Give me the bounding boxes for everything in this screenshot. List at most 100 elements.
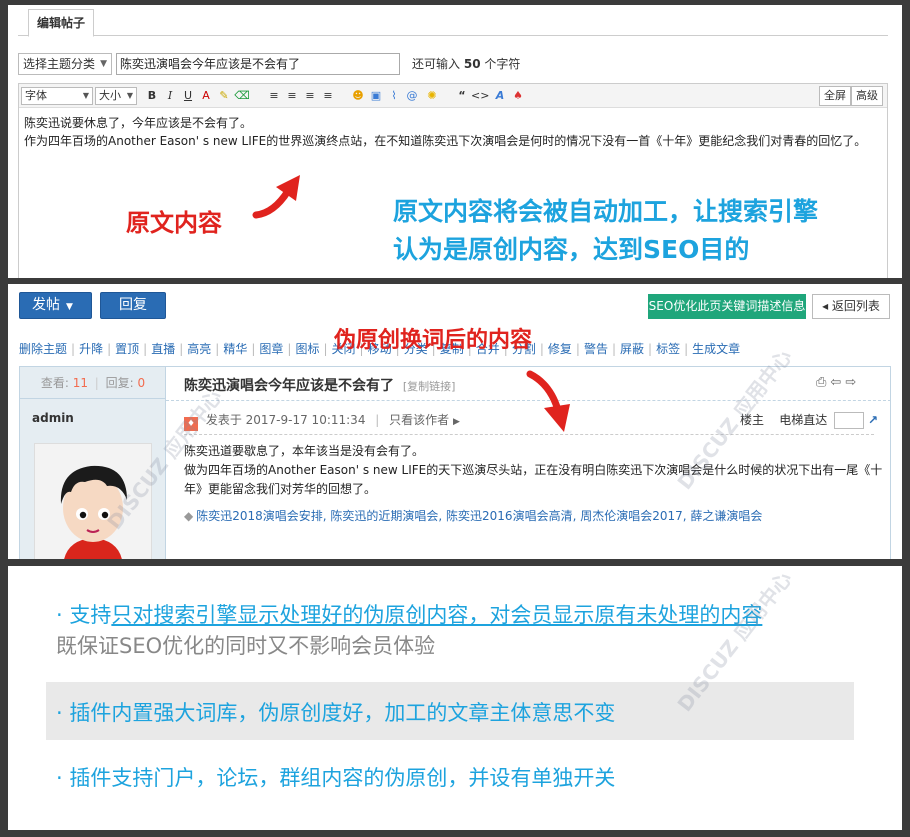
align-left-icon[interactable]: ≡ <box>265 87 283 105</box>
chevron-down-icon: ▼ <box>82 91 89 100</box>
action-divider: | <box>143 342 148 356</box>
back-button-label: 返回列表 <box>831 299 880 313</box>
feature-1-sub: 既保证SEO优化的同时又不影响会员体验 <box>56 634 436 658</box>
avatar[interactable] <box>34 443 152 559</box>
prev-thread-icon[interactable]: ⇦ <box>830 375 845 390</box>
action-divider: | <box>539 342 544 356</box>
tab-bar: 编辑帖子 <box>18 5 888 37</box>
post-time: 发表于 2017-9-17 10:11:34 <box>205 413 366 427</box>
italic-icon[interactable]: I <box>161 87 179 105</box>
red-arrow-icon <box>252 175 300 219</box>
floor-jump-input[interactable] <box>834 412 865 429</box>
copy-link[interactable]: [复制链接] <box>403 380 456 393</box>
back-to-list-button[interactable]: ◂ 返回列表 <box>812 294 890 319</box>
bold-icon[interactable]: B <box>143 87 161 105</box>
author-sidebar: 查看: 11 | 回复: 0 admin <box>20 367 166 559</box>
action-link[interactable]: 升降 <box>79 342 103 356</box>
topic-category-select[interactable]: 选择主题分类 ▼ <box>18 53 112 75</box>
title-row: 选择主题分类 ▼ 陈奕迅演唱会今年应该是不会有了 还可输入 50 个字符 <box>18 53 888 75</box>
feature-1: · 支持只对搜索引擎显示处理好的伪原创内容，对会员显示原有未处理的内容 既保证S… <box>56 600 762 662</box>
stats-divider: | <box>94 376 99 390</box>
avatar-image <box>35 444 151 559</box>
action-divider: | <box>107 342 112 356</box>
smiley-icon[interactable]: ☻ <box>349 87 367 105</box>
content-line-2: 作为四年百场的Another Eason' s new LIFE的世界巡演终点站… <box>24 134 867 148</box>
action-link[interactable]: 警告 <box>584 342 608 356</box>
align-center-icon[interactable]: ≡ <box>283 87 301 105</box>
post-body: 陈奕迅道要歇息了，本年该当是没有会有了。 做为四年百场的Another Easo… <box>184 442 884 499</box>
feature-1-highlight: 只对搜索引擎显示处理好的伪原创内容，对会员显示原有未处理的内容 <box>111 603 763 627</box>
views-count: 11 <box>72 376 88 390</box>
action-link[interactable]: 屏蔽 <box>620 342 644 356</box>
floor-tools: 楼主 电梯直达 ↗ <box>740 411 878 429</box>
format-painter-icon[interactable]: ✎ <box>215 87 233 105</box>
post-line-2: 做为四年百场的Another Eason' s new LIFE的天下巡演尽头站… <box>184 463 883 496</box>
action-link[interactable]: 精华 <box>223 342 247 356</box>
red-arrow-icon <box>526 370 570 432</box>
action-divider: | <box>287 342 292 356</box>
action-link[interactable]: 修复 <box>548 342 572 356</box>
feature-3: · 插件支持门户，论坛，群组内容的伪原创，并设有单独开关 <box>56 766 616 790</box>
image-icon[interactable]: ▣ <box>367 87 385 105</box>
editor-content[interactable]: 陈奕迅说要休息了，今年应该是不会有了。 作为四年百场的Another Eason… <box>24 114 884 150</box>
action-link[interactable]: 生成文章 <box>692 342 740 356</box>
font-family-select[interactable]: 字体 ▼ <box>21 87 93 105</box>
action-divider: | <box>251 342 256 356</box>
next-thread-icon[interactable]: ⇨ <box>845 375 860 390</box>
thread-tools: ⎙⇦⇨ <box>816 375 860 390</box>
auto-process-line-2: 认为是原创内容，达到SEO目的 <box>393 235 750 264</box>
jump-go-icon[interactable]: ↗ <box>868 413 878 427</box>
post-line-1: 陈奕迅道要歇息了，本年该当是没有会有了。 <box>184 444 425 458</box>
align-right-icon[interactable]: ≡ <box>301 87 319 105</box>
action-link[interactable]: 删除主题 <box>19 342 67 356</box>
tab-edit-post[interactable]: 编辑帖子 <box>28 9 94 37</box>
font-select-label: 字体 <box>25 89 47 102</box>
post-tags: ◆ 陈奕迅2018演唱会安排, 陈奕迅的近期演唱会, 陈奕迅2016演唱会高清, … <box>184 507 762 524</box>
underline-icon[interactable]: U <box>179 87 197 105</box>
forum-panel: 发帖 ▼ 回复 SEO优化此页关键词描述信息 ◂ 返回列表 删除主题 | 升降 | 置顶 |… <box>8 284 902 559</box>
advanced-button[interactable]: 高级 <box>851 86 883 106</box>
text-color-icon[interactable]: A <box>197 87 215 105</box>
remove-format-icon[interactable]: ⌫ <box>233 87 251 105</box>
char-count-hint: 还可输入 50 个字符 <box>412 53 520 75</box>
char-count: 50 <box>463 57 481 71</box>
media-icon[interactable]: ✺ <box>423 87 441 105</box>
justify-icon[interactable]: ≡ <box>319 87 337 105</box>
quote-icon[interactable]: “ <box>453 87 471 105</box>
reply-button[interactable]: 回复 <box>100 292 166 319</box>
auto-process-line-1: 原文内容将会被自动加工，让搜索引擎 <box>393 197 819 226</box>
post-title-input[interactable]: 陈奕迅演唱会今年应该是不会有了 <box>116 53 400 75</box>
floor-label: 楼主 <box>740 413 765 427</box>
auto-process-note: 原文内容将会被自动加工，让搜索引擎 认为是原创内容，达到SEO目的 <box>393 193 818 269</box>
action-link[interactable]: 置顶 <box>115 342 139 356</box>
font-size-select[interactable]: 大小 ▼ <box>95 87 137 105</box>
font-style-icon[interactable]: A <box>491 87 509 105</box>
at-mention-icon[interactable]: @ <box>403 87 421 105</box>
action-link[interactable]: 直播 <box>151 342 175 356</box>
qq-icon[interactable]: ♠ <box>509 87 527 105</box>
attachment-icon[interactable]: ⌇ <box>385 87 403 105</box>
action-divider: | <box>575 342 580 356</box>
feature-1-prefix: · 支持 <box>56 603 112 627</box>
print-icon[interactable]: ⎙ <box>816 375 830 390</box>
post-button[interactable]: 发帖 ▼ <box>19 292 92 319</box>
thread-stats: 查看: 11 | 回复: 0 <box>20 367 166 399</box>
elevator-label: 电梯直达 <box>779 413 828 427</box>
action-link[interactable]: 图标 <box>295 342 319 356</box>
author-name[interactable]: admin <box>32 411 74 425</box>
thread-title-text: 陈奕迅演唱会今年应该是不会有了 <box>184 378 394 394</box>
action-divider: | <box>179 342 184 356</box>
action-divider: | <box>323 342 328 356</box>
fullscreen-button[interactable]: 全屏 <box>819 86 851 106</box>
seo-optimize-button[interactable]: SEO优化此页关键词描述信息 <box>648 294 806 319</box>
action-link[interactable]: 图章 <box>259 342 283 356</box>
tag-list[interactable]: 陈奕迅2018演唱会安排, 陈奕迅的近期演唱会, 陈奕迅2016演唱会高清, 周… <box>196 509 762 523</box>
action-link[interactable]: 标签 <box>656 342 680 356</box>
replies-label: 回复: <box>105 376 134 390</box>
action-divider: | <box>215 342 220 356</box>
code-icon[interactable]: <> <box>471 87 489 105</box>
post-button-label: 发帖 <box>32 297 60 313</box>
size-select-label: 大小 <box>99 89 121 102</box>
action-link[interactable]: 高亮 <box>187 342 211 356</box>
only-author-link[interactable]: 只看该作者 <box>389 413 449 427</box>
